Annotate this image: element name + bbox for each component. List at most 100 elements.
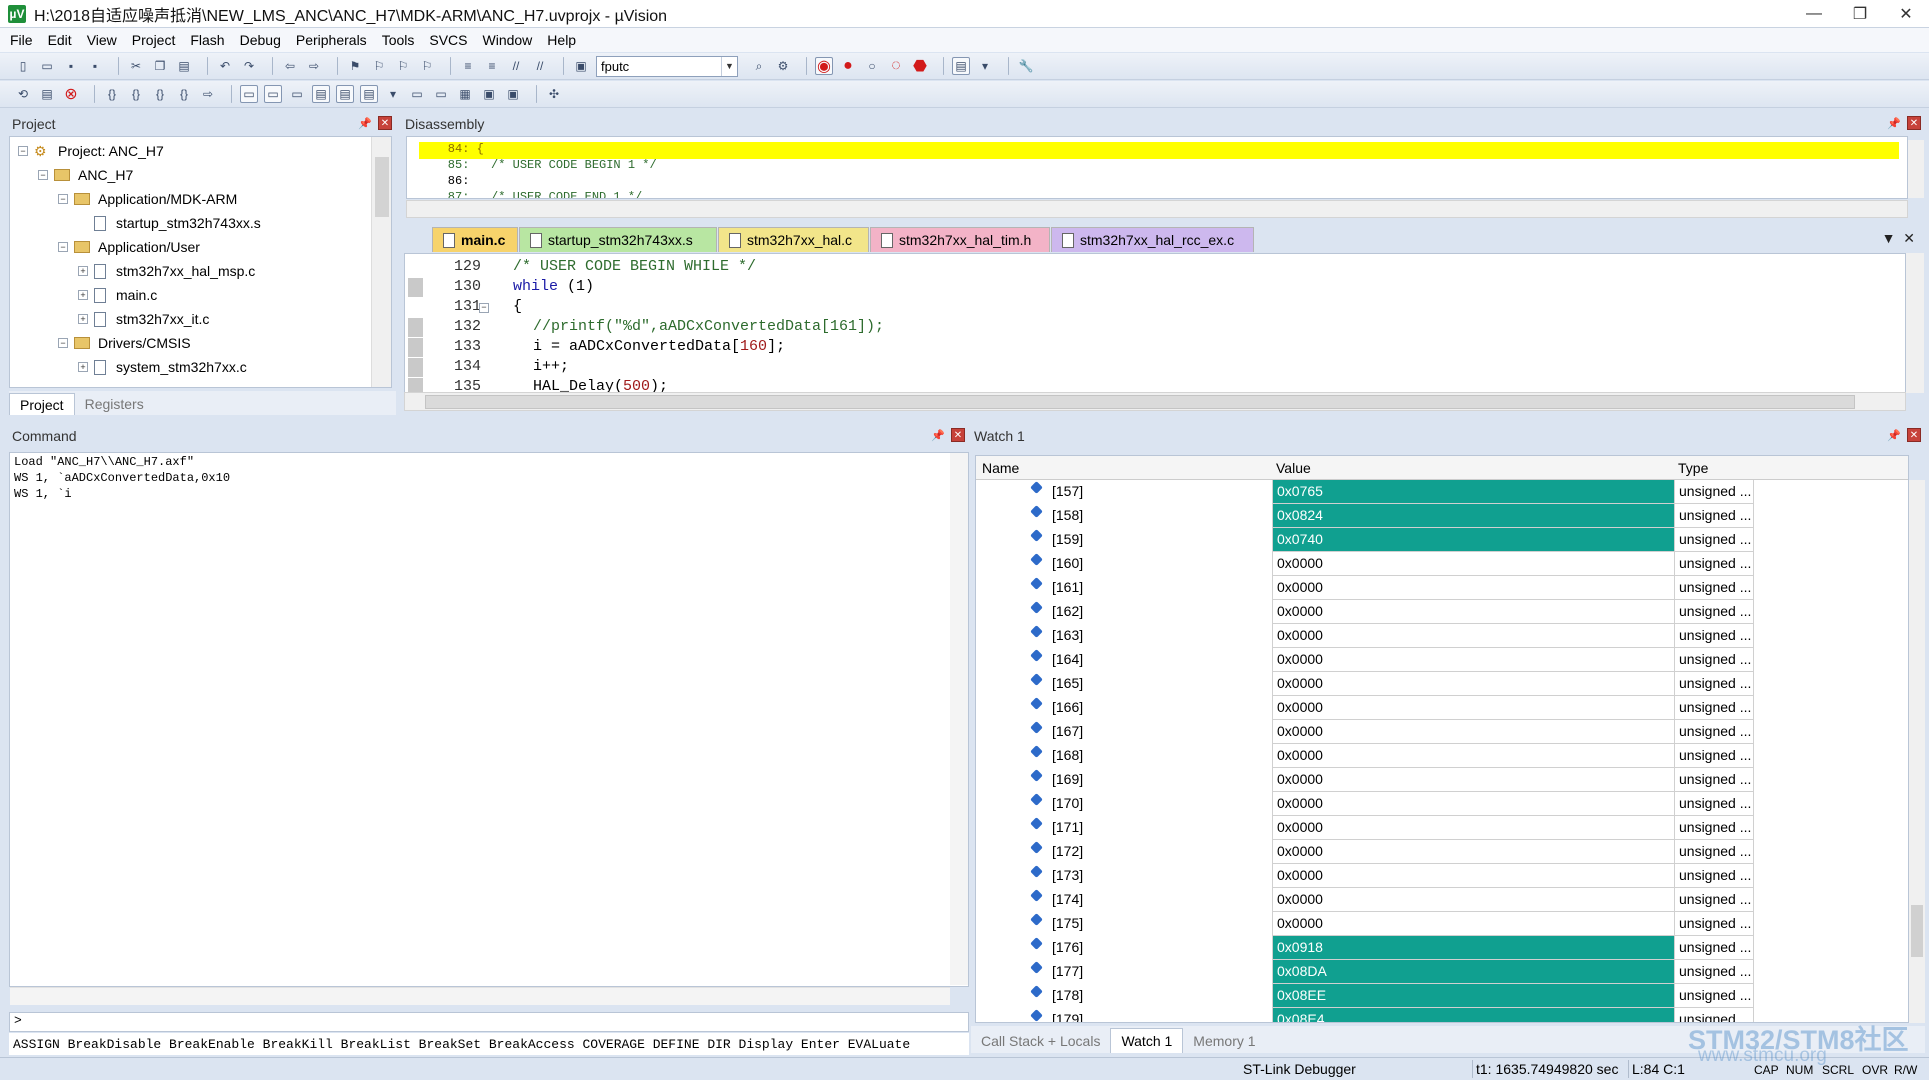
call-stack-window-icon[interactable]: ▤ — [336, 85, 354, 103]
tab-call-stack-locals[interactable]: Call Stack + Locals — [971, 1028, 1110, 1053]
minimize-button[interactable]: — — [1791, 0, 1837, 28]
breakpoint-gutter[interactable] — [405, 254, 425, 392]
menu-window[interactable]: Window — [483, 32, 533, 48]
watch-value-cell[interactable]: 0x0000 — [1272, 672, 1674, 696]
next-bookmark-icon[interactable]: ⚐ — [394, 57, 412, 75]
collapse-icon[interactable]: − — [18, 146, 28, 156]
watch-value-cell[interactable]: 0x0000 — [1272, 720, 1674, 744]
system-viewer-icon[interactable]: ▣ — [504, 85, 522, 103]
table-row[interactable]: [160] 0x0000 unsigned ... — [976, 552, 1908, 576]
fold-icon[interactable]: − — [479, 303, 489, 313]
tab-hal-tim-h[interactable]: stm32h7xx_hal_tim.h — [870, 227, 1050, 252]
command-horizontal-scrollbar[interactable] — [10, 987, 950, 1005]
chevron-down-icon[interactable]: ▼ — [721, 56, 737, 76]
menu-svcs[interactable]: SVCS — [429, 32, 467, 48]
tab-registers[interactable]: Registers — [75, 393, 154, 415]
watch-value-cell[interactable]: 0x0000 — [1272, 864, 1674, 888]
close-tab-icon[interactable]: ✕ — [1903, 230, 1915, 246]
table-row[interactable]: [175] 0x0000 unsigned ... — [976, 912, 1908, 936]
close-icon[interactable]: ✕ — [1907, 116, 1921, 130]
indent-icon[interactable]: ≡ — [459, 57, 477, 75]
menu-view[interactable]: View — [87, 32, 117, 48]
menu-tools[interactable]: Tools — [382, 32, 415, 48]
analysis-window-icon[interactable]: ▦ — [456, 85, 474, 103]
tree-item-file[interactable]: startup_stm32h743xx.s — [94, 211, 261, 235]
table-row[interactable]: [164] 0x0000 unsigned ... — [976, 648, 1908, 672]
window-layout-dropdown-icon[interactable]: ▾ — [976, 57, 994, 75]
table-row[interactable]: [170] 0x0000 unsigned ... — [976, 792, 1908, 816]
watch-value-cell[interactable]: 0x0000 — [1272, 744, 1674, 768]
tab-hal-rcc-ex-c[interactable]: stm32h7xx_hal_rcc_ex.c — [1051, 227, 1254, 252]
pin-icon[interactable]: 📌 — [931, 428, 945, 442]
menu-file[interactable]: File — [10, 32, 33, 48]
stop-icon[interactable]: ⊗ — [62, 85, 80, 103]
command-output[interactable]: Load "ANC_H7\\ANC_H7.axf" WS 1, `aADCxCo… — [9, 452, 969, 987]
step-into-icon[interactable]: {} — [103, 85, 121, 103]
prev-bookmark-icon[interactable]: ⚐ — [370, 57, 388, 75]
tab-startup-s[interactable]: startup_stm32h743xx.s — [519, 227, 717, 252]
find-in-files-icon[interactable]: ▣ — [572, 57, 590, 75]
scrollbar-thumb[interactable] — [1911, 905, 1923, 957]
run-icon[interactable]: ▤ — [38, 85, 56, 103]
run-to-cursor-icon[interactable]: {} — [175, 85, 193, 103]
watch-value-cell[interactable]: 0x0000 — [1272, 600, 1674, 624]
watch-value-cell[interactable]: 0x0000 — [1272, 552, 1674, 576]
incremental-find-icon[interactable]: ⌕ — [750, 57, 768, 75]
tree-item-group[interactable]: − Drivers/CMSIS — [58, 331, 191, 355]
command-input[interactable]: > — [9, 1012, 969, 1032]
trace-window-icon[interactable]: ▣ — [480, 85, 498, 103]
cut-icon[interactable]: ✂ — [127, 57, 145, 75]
new-file-icon[interactable]: ▯ — [14, 57, 32, 75]
tree-item-target[interactable]: − ANC_H7 — [38, 163, 133, 187]
tree-item-project[interactable]: − ⚙ Project: ANC_H7 — [18, 139, 164, 163]
watch-value-cell[interactable]: 0x0000 — [1272, 648, 1674, 672]
find-combo[interactable]: fputc ▼ — [596, 55, 738, 77]
watch-value-cell[interactable]: 0x0000 — [1272, 768, 1674, 792]
menu-debug[interactable]: Debug — [240, 32, 281, 48]
redo-icon[interactable]: ↷ — [240, 57, 258, 75]
table-row[interactable]: [173] 0x0000 unsigned ... — [976, 864, 1908, 888]
table-row[interactable]: [163] 0x0000 unsigned ... — [976, 624, 1908, 648]
pin-icon[interactable]: 📌 — [1887, 428, 1901, 442]
show-next-statement-icon[interactable]: ⇨ — [199, 85, 217, 103]
watch-value-cell[interactable]: 0x0765 — [1272, 480, 1674, 504]
column-header-name[interactable]: Name — [982, 460, 1019, 476]
menu-flash[interactable]: Flash — [190, 32, 224, 48]
menu-peripherals[interactable]: Peripherals — [296, 32, 367, 48]
table-row[interactable]: [171] 0x0000 unsigned ... — [976, 816, 1908, 840]
watch-value-cell[interactable]: 0x08EE — [1272, 984, 1674, 1008]
watch-value-cell[interactable]: 0x0740 — [1272, 528, 1674, 552]
close-icon[interactable]: ✕ — [378, 116, 392, 130]
tab-project[interactable]: Project — [9, 393, 75, 415]
close-icon[interactable]: ✕ — [1907, 428, 1921, 442]
editor-vertical-scrollbar[interactable] — [1906, 253, 1924, 393]
editor-horizontal-scrollbar[interactable] — [404, 392, 1906, 411]
navigate-forward-icon[interactable]: ⇨ — [305, 57, 323, 75]
symbols-window-icon[interactable]: ▭ — [288, 85, 306, 103]
disassembly-vertical-scrollbar[interactable] — [1908, 140, 1924, 198]
bookmark-icon[interactable]: ⚑ — [346, 57, 364, 75]
scrollbar-thumb[interactable] — [375, 157, 389, 217]
tree-item-file[interactable]: + stm32h7xx_it.c — [78, 307, 209, 331]
save-all-icon[interactable]: ▪ — [86, 57, 104, 75]
close-window-button[interactable]: ✕ — [1883, 0, 1929, 28]
scrollbar-thumb[interactable] — [425, 395, 1855, 409]
command-window-icon[interactable]: ▭ — [240, 85, 258, 103]
tab-hal-c[interactable]: stm32h7xx_hal.c — [718, 227, 869, 252]
table-row[interactable]: [166] 0x0000 unsigned ... — [976, 696, 1908, 720]
configure-icon[interactable]: ⚙ — [774, 57, 792, 75]
code-editor[interactable]: 129 130 131 132 133 134 135 − /* USER CO… — [404, 253, 1906, 393]
window-layout-icon[interactable]: ▤ — [952, 57, 970, 75]
save-icon[interactable]: ▪ — [62, 57, 80, 75]
table-row[interactable]: [172] 0x0000 unsigned ... — [976, 840, 1908, 864]
tab-list-dropdown-icon[interactable]: ▼ — [1882, 230, 1896, 246]
maximize-button[interactable]: ❐ — [1837, 0, 1883, 28]
watch-value-cell[interactable]: 0x0000 — [1272, 912, 1674, 936]
menu-help[interactable]: Help — [547, 32, 576, 48]
unindent-icon[interactable]: ≡ — [483, 57, 501, 75]
disassembly-window-icon[interactable]: ▭ — [264, 85, 282, 103]
collapse-icon[interactable]: − — [38, 170, 48, 180]
watch-value-cell[interactable]: 0x0000 — [1272, 624, 1674, 648]
expand-icon[interactable]: + — [78, 314, 88, 324]
memory-window-icon[interactable]: ▭ — [408, 85, 426, 103]
